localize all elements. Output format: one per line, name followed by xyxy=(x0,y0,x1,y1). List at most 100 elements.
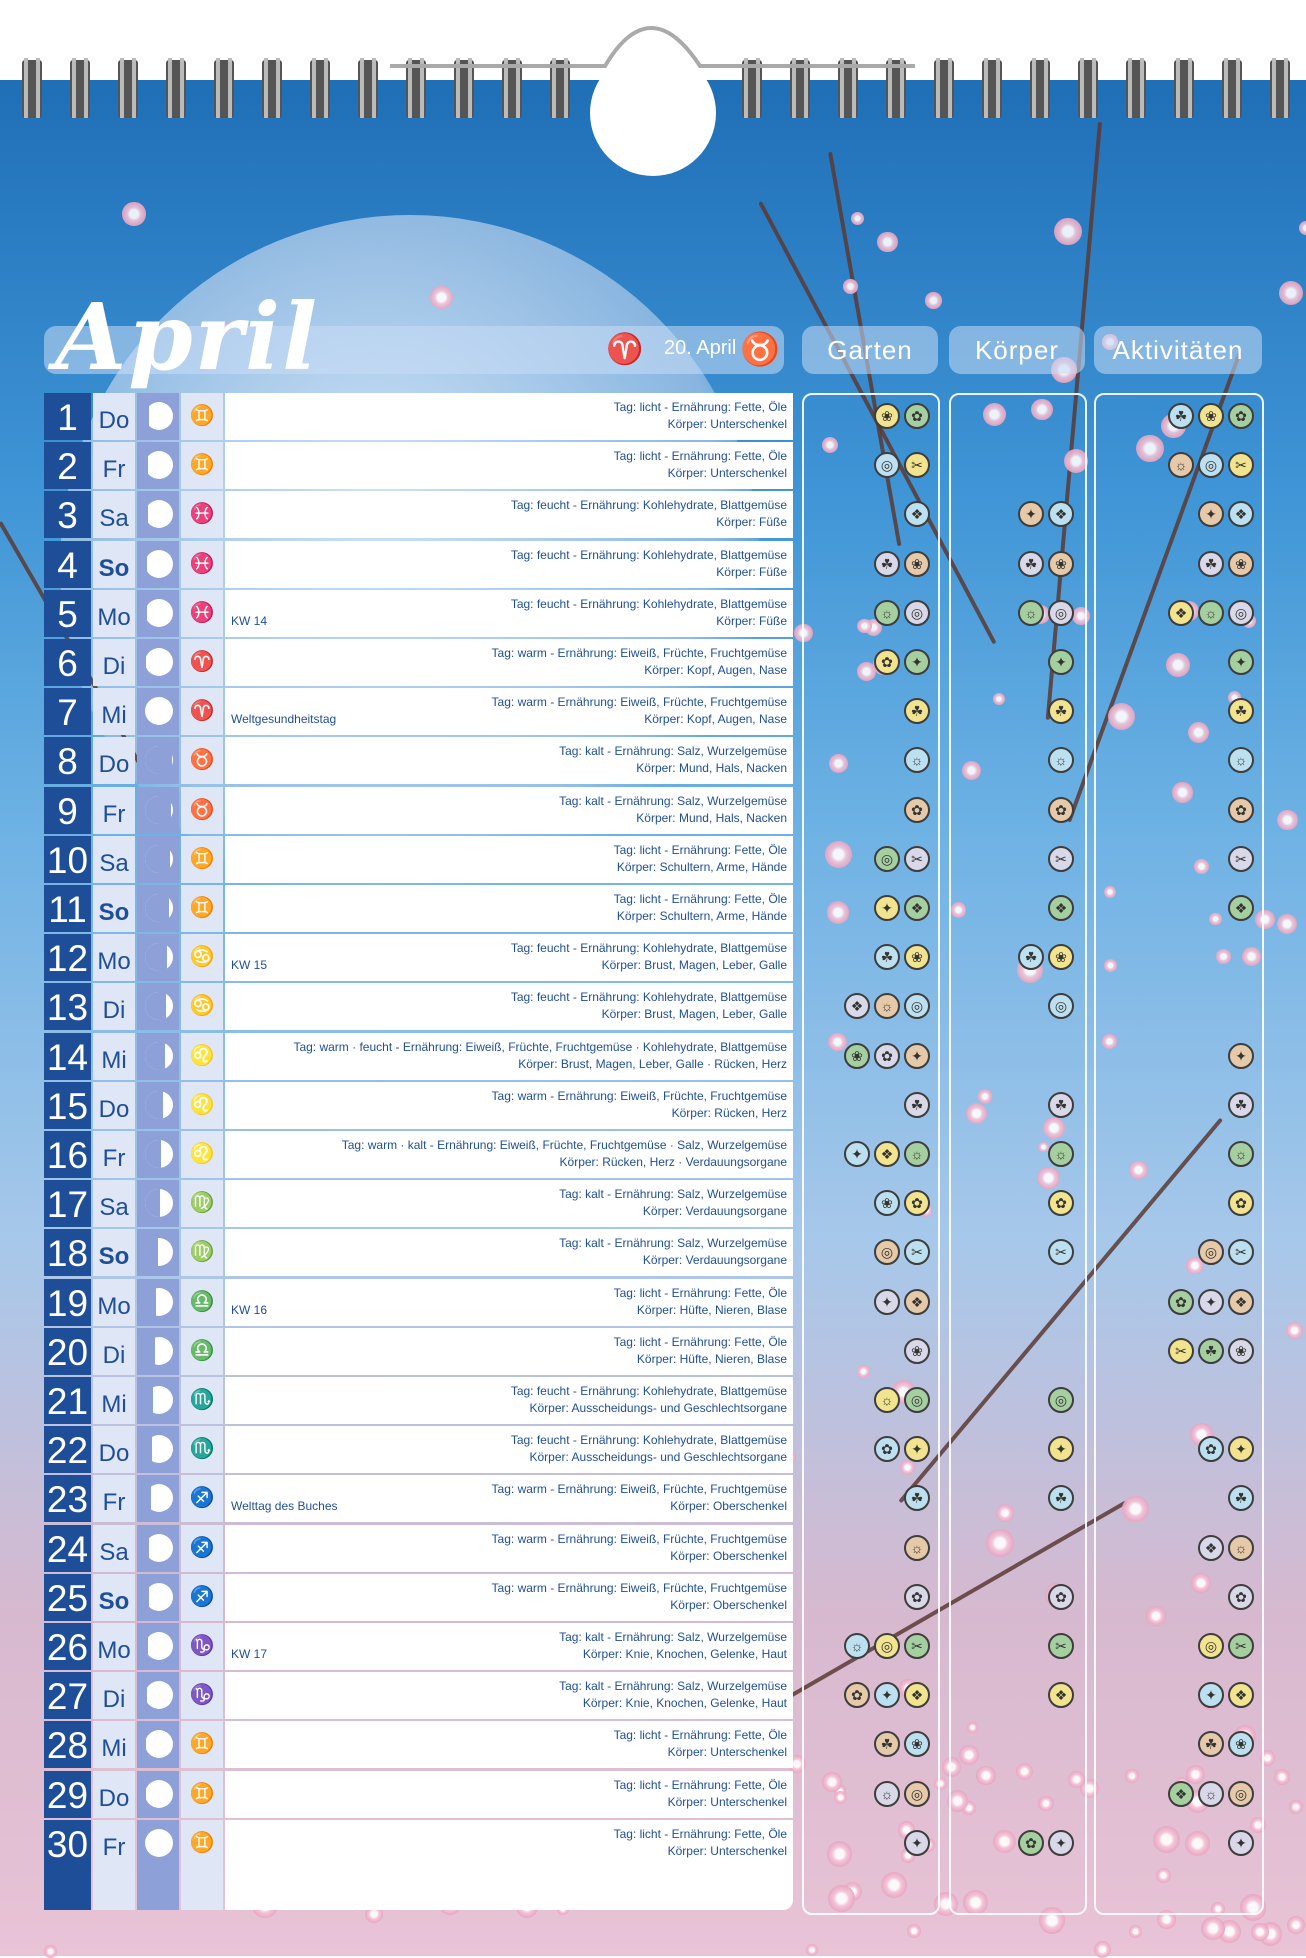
day-notes-area: Tag: licht - Ernährung: Fette, Öle Körper… xyxy=(225,393,793,440)
day-row: 12 Mo ♋ KW 15 Tag: feucht - Ernährung: Kohle… xyxy=(44,934,1262,983)
garden-cell: ✿ ❀ xyxy=(804,1180,936,1227)
garden-cell: ✦ ✿ ❀ xyxy=(804,1033,936,1080)
day-notes-area: KW 15 Tag: feucht - Ernährung: Kohlehydra… xyxy=(225,934,793,982)
weekday-label: Mi xyxy=(93,1721,135,1769)
zodiac-waage-icon: ♎ xyxy=(189,1290,215,1313)
body-cell: ✿ xyxy=(950,787,1080,834)
day-info-line2: Körper: Füße xyxy=(716,613,787,628)
body-symbol-icon: ✿ xyxy=(1048,796,1074,823)
activity-cell xyxy=(1096,1377,1260,1424)
zodiac-schütze-icon: ♐ xyxy=(189,1536,215,1559)
activity-symbol-icon: ☘ xyxy=(1168,403,1194,429)
activity-cell: ◎ ☼ ❖ xyxy=(1096,590,1260,637)
day-info: Tag: feucht - Ernährung: Kohlehydrate, B… xyxy=(511,940,787,974)
activity-cell: ☘ xyxy=(1096,688,1260,735)
moon-phase-cell xyxy=(137,1819,179,1867)
day-number: 16 xyxy=(44,1131,91,1178)
body-cell: ✂ xyxy=(950,836,1080,883)
activity-cell: ✿ xyxy=(1096,787,1260,834)
day-info-line2: Körper: Mund, Hals, Nacken xyxy=(636,810,787,825)
zodiac-cell: ♈ xyxy=(181,688,223,736)
body-symbol-icon: ❖ xyxy=(1048,501,1074,528)
day-notes-area: Tag: kalt - Ernährung: Salz, Wurzelgemüs… xyxy=(225,1229,793,1277)
day-row: 26 Mo ♑ KW 17 Tag: kalt - Ernährung: Salz, W… xyxy=(44,1623,1262,1672)
body-cell: ◎ ☼ xyxy=(950,590,1080,637)
day-info: Tag: kalt - Ernährung: Salz, Wurzelgemüs… xyxy=(559,793,787,827)
weekday-label: Do xyxy=(93,393,135,440)
weekday-label: So xyxy=(93,1573,135,1621)
day-info: Tag: licht - Ernährung: Fette, Öle Körper… xyxy=(614,399,787,433)
day-notes-area: Tag: warm - Ernährung: Eiweiß, Früchte, … xyxy=(225,1573,793,1621)
day-row: 11 So ♊ Tag: licht - Ernährung: Fette, Öle K… xyxy=(44,885,1262,934)
day-notes-area: Tag: kalt - Ernährung: Salz, Wurzelgemüs… xyxy=(225,1180,793,1228)
body-cell: ✿ xyxy=(950,1180,1080,1227)
day-info-line1: Tag: licht - Ernährung: Fette, Öle xyxy=(613,1728,787,1743)
activity-symbol-icon: ☼ xyxy=(1168,452,1194,479)
garden-symbol-icon: ❖ xyxy=(844,993,870,1020)
weekday-label: Fr xyxy=(93,1131,135,1178)
activity-symbol-icon: ❖ xyxy=(1168,599,1194,626)
zodiac-widder-icon: ♈ xyxy=(189,651,215,673)
activity-symbol-icon: ✂ xyxy=(1228,845,1254,872)
garden-symbol-icon: ✿ xyxy=(904,1583,930,1610)
activity-cell: ✂ ◎ xyxy=(1096,1623,1260,1670)
zodiac-cell: ♉ xyxy=(181,786,223,834)
zodiac-cell: ♉ xyxy=(181,737,223,785)
zodiac-cell: ♓ xyxy=(181,589,223,637)
zodiac-cell: ♊ xyxy=(181,1721,223,1769)
garden-symbol-icon: ◎ xyxy=(904,599,930,626)
moon-phase-cell xyxy=(137,639,179,686)
activity-cell: ☼ ❖ xyxy=(1096,1525,1260,1572)
zodiac-cell: ♌ xyxy=(181,1032,223,1080)
moon-phase-cell xyxy=(137,737,179,785)
day-notes-area: Tag: licht - Ernährung: Fette, Öle Körper… xyxy=(225,442,793,490)
day-row: 9 Fr ♉ Tag: kalt - Ernährung: Salz, Wurzelg… xyxy=(44,786,1262,836)
body-cell: ✂ xyxy=(950,1229,1080,1276)
moon-phase-cell xyxy=(137,1081,179,1129)
day-info-line2: Körper: Brust, Magen, Leber, Galle xyxy=(601,958,787,973)
day-notes-area: KW 16 Tag: licht - Ernährung: Fette, Öle K… xyxy=(225,1278,793,1326)
moon-phase-icon xyxy=(145,1730,173,1759)
day-notes-area: KW 17 Tag: kalt - Ernährung: Salz, Wurzel… xyxy=(225,1623,793,1670)
day-number: 3 xyxy=(44,491,91,539)
activity-symbol-icon: ✦ xyxy=(1228,649,1254,675)
day-row: 25 So ♐ Tag: warm - Ernährung: Eiweiß, Früc… xyxy=(44,1573,1262,1623)
day-info: Tag: warm - Ernährung: Eiweiß, Früchte, … xyxy=(492,1481,787,1515)
body-cell: ☘ xyxy=(950,1475,1080,1522)
weekday-label: Mi xyxy=(93,1032,135,1080)
activity-cell: ☘ xyxy=(1096,1082,1260,1129)
moon-phase-icon xyxy=(145,1828,173,1857)
day-info-line2: Körper: Unterschenkel xyxy=(667,417,787,431)
garden-symbol-icon: ☘ xyxy=(874,1731,900,1758)
garden-cell: ◎ ☼ xyxy=(804,1377,936,1424)
zodiac-fische-icon: ♓ xyxy=(189,601,215,624)
day-number: 23 xyxy=(44,1475,91,1523)
activity-cell: ❀ ☘ xyxy=(1096,541,1260,588)
day-number: 13 xyxy=(44,983,91,1031)
activity-symbol-icon: ❖ xyxy=(1228,1288,1254,1315)
moon-phase-cell xyxy=(137,393,179,440)
garden-cell: ◎ ☼ ❖ xyxy=(804,983,936,1030)
moon-phase-icon xyxy=(145,1238,173,1267)
day-number: 12 xyxy=(44,934,91,982)
day-info-line2: Körper: Kopf, Augen, Nase xyxy=(644,663,787,677)
activity-cell: ❖ ✦ xyxy=(1096,491,1260,538)
activity-symbol-icon: ☘ xyxy=(1198,1731,1224,1758)
day-info: Tag: licht - Ernährung: Fette, Öle Körper… xyxy=(614,1826,787,1860)
day-info: Tag: feucht - Ernährung: Kohlehydrate, B… xyxy=(511,547,787,581)
garden-symbol-icon: ❖ xyxy=(904,1288,930,1315)
weekday-label: Mo xyxy=(93,934,135,982)
day-info-line2: Körper: Hüfte, Nieren, Blase xyxy=(636,1302,787,1317)
day-info-line1: Tag: licht - Ernährung: Fette, Öle xyxy=(613,1285,787,1300)
body-symbol-icon: ☘ xyxy=(1048,1485,1074,1512)
day-notes-area: Tag: warm - Ernährung: Eiweiß, Früchte, … xyxy=(225,1524,793,1572)
moon-phase-cell xyxy=(137,1032,179,1080)
activity-cell: ☼ xyxy=(1096,1131,1260,1178)
day-info: Tag: kalt - Ernährung: Salz, Wurzelgemüs… xyxy=(559,1678,787,1712)
weekday-label: Sa xyxy=(93,1180,135,1228)
garden-symbol-icon: ✿ xyxy=(904,796,930,823)
activity-cell: ❖ xyxy=(1096,885,1260,932)
moon-phase-cell xyxy=(137,688,179,736)
zodiac-zwilling-icon: ♊ xyxy=(189,1831,215,1854)
weekday-label: Fr xyxy=(93,442,135,490)
